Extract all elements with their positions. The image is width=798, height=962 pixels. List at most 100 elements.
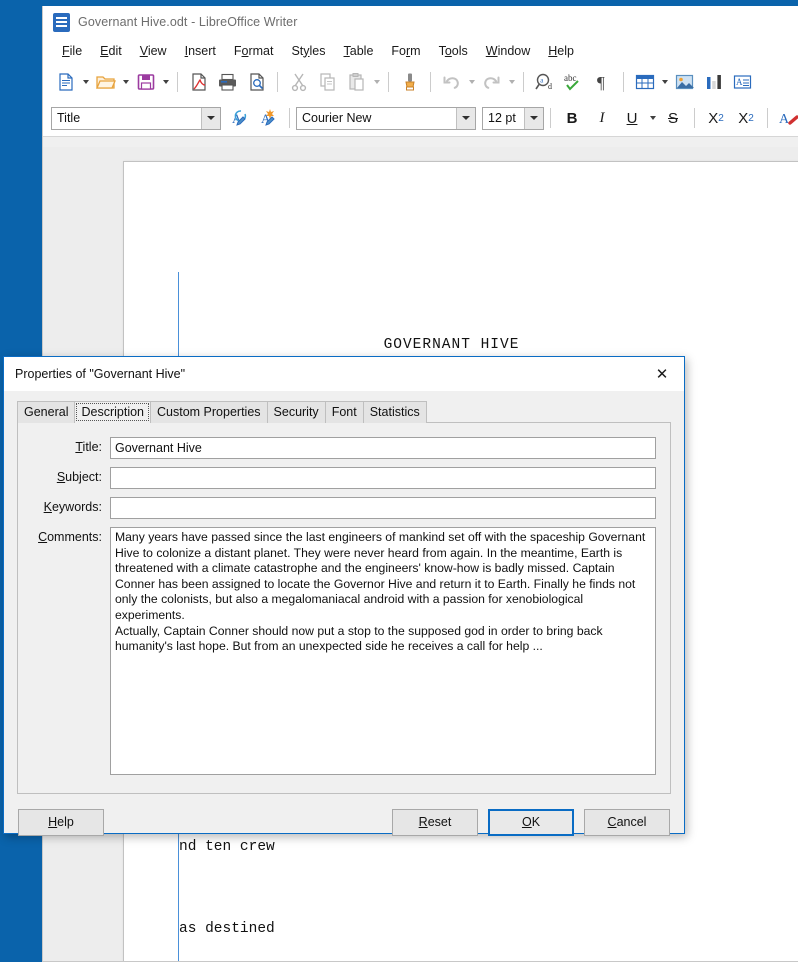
copy-icon[interactable] <box>313 67 342 96</box>
strikethrough-button[interactable]: S <box>658 104 688 132</box>
comments-field-label: Comments: <box>38 530 102 544</box>
toolbar-separator <box>277 71 278 92</box>
keywords-field-label: Keywords: <box>43 500 102 514</box>
superscript-button[interactable]: X2 <box>701 104 731 132</box>
font-name-value: Courier New <box>302 111 372 125</box>
insert-table-icon[interactable] <box>630 67 659 96</box>
cancel-button[interactable]: Cancel <box>584 808 670 836</box>
menu-edit[interactable]: Edit <box>91 42 131 60</box>
subscript-base: X <box>738 109 749 127</box>
standard-toolbar: a d abc ¶ A <box>43 63 798 100</box>
font-size-combo[interactable]: 12 pt <box>482 106 544 130</box>
toolbar-separator <box>550 108 551 128</box>
font-size-dropdown-icon[interactable] <box>524 107 543 129</box>
new-style-from-selection-icon[interactable]: A <box>254 104 283 133</box>
menu-table[interactable]: Table <box>335 42 383 60</box>
subscript-button[interactable]: X2 <box>731 104 761 132</box>
reset-button[interactable]: Reset <box>392 808 478 836</box>
print-icon[interactable] <box>213 67 242 96</box>
close-icon[interactable]: ✕ <box>640 357 684 390</box>
toolbar-separator <box>623 71 624 92</box>
dialog-title: Properties of "Governant Hive" <box>15 367 186 381</box>
insert-table-dropdown-caret[interactable] <box>659 67 670 96</box>
cut-icon[interactable] <box>284 67 313 96</box>
new-document-icon[interactable] <box>51 67 80 96</box>
comments-field-row: Comments: Many years have passed since t… <box>32 527 656 775</box>
svg-text:a: a <box>540 76 544 84</box>
tab-general[interactable]: General <box>17 401 76 423</box>
tab-description[interactable]: Description <box>74 401 152 423</box>
svg-text:abc: abc <box>564 73 577 83</box>
dialog-titlebar: Properties of "Governant Hive" ✕ <box>4 357 684 391</box>
menu-tools[interactable]: Tools <box>430 42 477 60</box>
find-replace-icon[interactable]: a d <box>530 67 559 96</box>
undo-icon[interactable] <box>437 67 466 96</box>
menu-styles[interactable]: Styles <box>282 42 334 60</box>
bold-button[interactable]: B <box>557 104 587 132</box>
menu-help[interactable]: Help <box>539 42 583 60</box>
insert-chart-icon[interactable] <box>699 67 728 96</box>
menu-form[interactable]: Form <box>382 42 429 60</box>
subject-input[interactable] <box>110 467 656 489</box>
help-button[interactable]: Help <box>18 808 104 836</box>
tab-security[interactable]: Security <box>266 401 326 423</box>
title-field-label: Title: <box>75 440 102 454</box>
tab-statistics[interactable]: Statistics <box>362 401 427 423</box>
clone-formatting-icon[interactable] <box>395 67 424 96</box>
keywords-input[interactable] <box>110 497 656 519</box>
redo-icon[interactable] <box>477 67 506 96</box>
description-tab-pane: Title: Governant Hive Subject: Keywords:… <box>17 422 671 794</box>
formatting-toolbar: Title A A Courier New 12 pt B I U S X 2 … <box>43 100 798 137</box>
insert-image-icon[interactable] <box>670 67 699 96</box>
formatting-marks-icon[interactable]: ¶ <box>588 67 617 96</box>
underline-dropdown-caret[interactable] <box>647 104 658 133</box>
font-name-combo[interactable]: Courier New <box>296 106 476 130</box>
new-document-dropdown-caret[interactable] <box>80 67 91 96</box>
properties-dialog[interactable]: Properties of "Governant Hive" ✕ General… <box>3 356 685 836</box>
menu-insert[interactable]: Insert <box>176 42 225 60</box>
print-preview-icon[interactable] <box>242 67 271 96</box>
dialog-tabs: General Description Custom Properties Se… <box>17 401 671 423</box>
paste-icon[interactable] <box>342 67 371 96</box>
comments-textarea[interactable]: Many years have passed since the last en… <box>110 527 656 775</box>
italic-button[interactable]: I <box>587 104 617 132</box>
title-field-row: Title: Governant Hive <box>32 437 656 459</box>
dialog-action-buttons: Reset OK Cancel <box>392 808 670 836</box>
paste-dropdown-caret[interactable] <box>371 67 382 96</box>
menu-view[interactable]: View <box>131 42 176 60</box>
menubar: File Edit View Insert Format Styles Tabl… <box>43 38 798 63</box>
svg-text:d: d <box>548 82 552 91</box>
paragraph-style-value: Title <box>57 111 81 125</box>
font-size-value: 12 pt <box>488 111 516 125</box>
menu-file[interactable]: File <box>53 42 91 60</box>
open-file-dropdown-caret[interactable] <box>120 67 131 96</box>
toolbar-separator <box>430 71 431 92</box>
toolbar-separator <box>177 71 178 92</box>
svg-text:¶: ¶ <box>597 73 605 92</box>
toolbar-separator <box>388 71 389 92</box>
spelling-icon[interactable]: abc <box>559 67 588 96</box>
tab-font[interactable]: Font <box>324 401 364 423</box>
screen: Governant Hive.odt - LibreOffice Writer … <box>0 0 798 962</box>
paragraph-style-combo[interactable]: Title <box>51 106 221 130</box>
export-pdf-icon[interactable] <box>184 67 213 96</box>
save-dropdown-caret[interactable] <box>160 67 171 96</box>
svg-text:A: A <box>779 112 790 127</box>
clear-formatting-button[interactable]: A <box>774 104 798 132</box>
redo-dropdown-caret[interactable] <box>506 67 517 96</box>
doc-line: as destined <box>179 921 275 937</box>
update-selected-style-icon[interactable]: A <box>225 104 254 133</box>
open-file-icon[interactable] <box>91 67 120 96</box>
title-input[interactable]: Governant Hive <box>110 437 656 459</box>
toolbar-separator <box>289 108 290 128</box>
ok-button[interactable]: OK <box>488 808 574 836</box>
menu-window[interactable]: Window <box>477 42 539 60</box>
save-icon[interactable] <box>131 67 160 96</box>
undo-dropdown-caret[interactable] <box>466 67 477 96</box>
insert-text-box-icon[interactable]: A <box>728 67 757 96</box>
font-name-dropdown-icon[interactable] <box>456 107 475 129</box>
paragraph-style-dropdown-icon[interactable] <box>201 107 220 129</box>
menu-format[interactable]: Format <box>225 42 283 60</box>
underline-button[interactable]: U <box>617 104 647 132</box>
tab-custom-properties[interactable]: Custom Properties <box>150 401 268 423</box>
